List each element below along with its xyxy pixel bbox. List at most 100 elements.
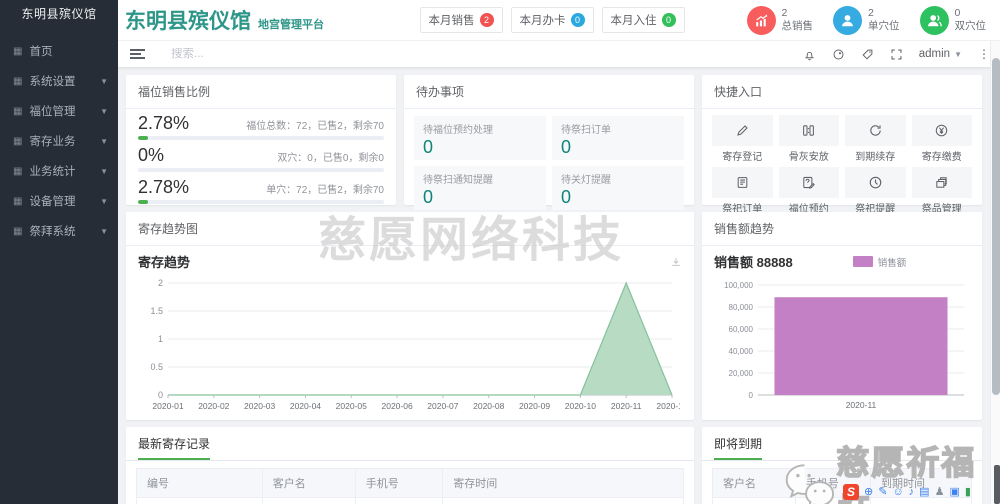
ratio-detail: 双穴：0，已售0，剩余0 xyxy=(277,153,384,164)
collapse-menu-icon[interactable] xyxy=(130,49,145,59)
single-niche-meta: 2 单穴位 xyxy=(868,7,900,33)
ratio-row-total: 2.78% 福位总数：72，已售2，剩余70 xyxy=(138,113,384,140)
single-niche-stat: 2 单穴位 xyxy=(833,5,900,35)
total-sales-meta: 2 总销售 xyxy=(782,7,814,33)
sidebar-item-system-settings[interactable]: ▦ 系统设置 ▼ xyxy=(0,66,118,96)
month-cards-label: 本月办卡 xyxy=(519,15,566,27)
menu-grid-icon: ▦ xyxy=(13,195,23,207)
svg-text:2: 2 xyxy=(158,278,163,288)
column-header: 编号 xyxy=(136,468,263,498)
more-options-icon[interactable]: ⋮ xyxy=(978,47,990,61)
page-title: 东明县殡仪馆 xyxy=(125,8,251,33)
row-charts: 寄存趋势图 寄存趋势 0 0.5 1 1.5 2 2020-01 2020-02 2020-0… xyxy=(126,212,982,420)
quick-entry-label: 到期续存 xyxy=(855,152,896,163)
theme-icon[interactable] xyxy=(832,48,845,61)
svg-text:2020-07: 2020-07 xyxy=(427,401,458,411)
content: 福位销售比例 2.78% 福位总数：72，已售2，剩余70 0% 双穴：0，已售… xyxy=(118,68,990,504)
stat-circles: 2 总销售 2 单穴位 0 双穴位 xyxy=(746,5,987,35)
ratio-detail: 单穴：72，已售2，剩余70 xyxy=(266,185,384,196)
single-niche-value: 2 xyxy=(868,6,874,19)
sidebar-item-worship-system[interactable]: ▦ 祭拜系统 ▼ xyxy=(0,216,118,246)
quick-storage-payment[interactable]: 寄存缴费 xyxy=(911,115,972,167)
tab-expiring[interactable]: 即将到期 xyxy=(714,435,763,460)
tag-icon[interactable] xyxy=(861,48,874,61)
double-niche-stat: 0 双穴位 xyxy=(919,5,987,35)
total-sales-value: 2 xyxy=(781,6,788,19)
refresh-icon xyxy=(845,115,906,146)
quick-entry-grid: 寄存登记 骨灰安放 到期续存 寄存缴费 祭祀订单 福位预约 祭祀提醒 祭品管理 xyxy=(702,109,982,219)
todo-label: 待祭扫通知提醒 xyxy=(423,175,493,186)
yen-icon xyxy=(911,115,972,146)
tab-latest-records[interactable]: 最新寄存记录 xyxy=(138,435,211,460)
cell-phone xyxy=(354,497,444,504)
column-header: 寄存时间 xyxy=(442,468,684,498)
month-cards-badge: 0 xyxy=(570,13,585,27)
fullscreen-icon[interactable] xyxy=(890,48,903,61)
todo-item-sweep-notify[interactable]: 待祭扫通知提醒 0 xyxy=(414,166,546,210)
quick-entry-card: 快捷入口 寄存登记 骨灰安放 到期续存 寄存缴费 祭祀订单 福位预约 祭祀提醒 … xyxy=(702,75,982,215)
clock-icon xyxy=(845,167,906,198)
svg-text:2020-12: 2020-12 xyxy=(656,401,680,411)
quick-renew-storage[interactable]: 到期续存 xyxy=(845,115,906,167)
scrollbar-thumb-dark[interactable] xyxy=(994,465,1000,504)
svg-text:80,000: 80,000 xyxy=(729,303,754,312)
vertical-scrollbar[interactable] xyxy=(990,41,1000,504)
quick-storage-register[interactable]: 寄存登记 xyxy=(712,115,773,167)
column-header: 手机号 xyxy=(354,468,444,498)
ime-user-icon[interactable]: ♟ xyxy=(935,486,945,498)
sidebar-item-device-management[interactable]: ▦ 设备管理 ▼ xyxy=(0,186,118,216)
ime-toolbox-icon[interactable]: ▣ xyxy=(949,486,959,498)
ratio-percent: 2.78% xyxy=(138,113,190,133)
latest-records-table-wrap: 编号 客户名 手机号 寄存时间 REG-186420201114144615 哈… xyxy=(126,461,694,504)
month-checkin-button[interactable]: 本月入住 0 xyxy=(601,7,685,33)
svg-text:0.5: 0.5 xyxy=(150,362,163,372)
month-sales-badge: 2 xyxy=(479,13,494,27)
menu-grid-icon: ▦ xyxy=(13,75,23,87)
svg-text:2020-01: 2020-01 xyxy=(152,401,183,411)
table-row[interactable]: REG-186420201114144615 哈吉斯 2020-11-14 14… xyxy=(136,497,684,504)
sidebar-item-label: 寄存业务 xyxy=(29,136,76,148)
month-checkin-badge: 0 xyxy=(661,13,676,27)
month-cards-button[interactable]: 本月办卡 0 xyxy=(510,7,594,33)
chevron-down-icon: ▼ xyxy=(100,196,108,206)
svg-text:1: 1 xyxy=(158,334,163,344)
sogou-logo-icon[interactable]: S xyxy=(843,484,859,500)
download-icon[interactable] xyxy=(670,256,682,268)
sidebar-item-niche-management[interactable]: ▦ 福位管理 ▼ xyxy=(0,96,118,126)
svg-text:2020-02: 2020-02 xyxy=(198,401,229,411)
svg-text:2020-08: 2020-08 xyxy=(473,401,504,411)
todo-item-sweep-orders[interactable]: 待祭扫订单 0 xyxy=(552,116,684,160)
sidebar-item-business-stats[interactable]: ▦ 业务统计 ▼ xyxy=(0,156,118,186)
todo-item-niche-booking[interactable]: 待福位预约处理 0 xyxy=(414,116,546,160)
people-icon xyxy=(919,5,949,35)
chart-title: 寄存趋势 xyxy=(138,255,191,270)
ime-mode-icon[interactable]: ⊕ xyxy=(864,486,873,498)
cell-storage-time: 2020-11-14 14:47:30 xyxy=(442,497,684,504)
user-menu[interactable]: admin ▼ xyxy=(919,48,962,60)
ime-emoji-icon[interactable]: ☺ xyxy=(892,486,903,498)
latest-records-table: 编号 客户名 手机号 寄存时间 REG-186420201114144615 哈… xyxy=(136,468,684,504)
person-icon xyxy=(833,5,862,35)
todo-item-lamp-off[interactable]: 待关灯提醒 0 xyxy=(552,166,684,210)
sidebar-item-storage-business[interactable]: ▦ 寄存业务 ▼ xyxy=(0,126,118,156)
svg-text:60,000: 60,000 xyxy=(729,325,754,334)
ime-pen-icon[interactable]: ✎ xyxy=(878,486,887,498)
ime-keyboard-icon[interactable]: ▤ xyxy=(919,486,929,498)
sales-chart-body: 销售额 88888 销售额 0 20,000 40,000 60,000 80,000 1… xyxy=(702,246,982,428)
quick-entry-label: 骨灰安放 xyxy=(788,152,829,163)
ratio-row-single: 2.78% 单穴：72，已售2，剩余70 xyxy=(138,177,384,204)
ime-settings-icon[interactable]: ▮ xyxy=(965,486,971,498)
search-input[interactable] xyxy=(171,48,391,60)
bell-icon[interactable] xyxy=(803,48,816,61)
scrollbar-thumb[interactable] xyxy=(992,58,1000,395)
pencil-icon xyxy=(712,115,773,146)
card-title: 待办事项 xyxy=(404,75,694,109)
month-sales-button[interactable]: 本月销售 2 xyxy=(419,7,503,33)
double-niche-meta: 0 双穴位 xyxy=(955,7,987,33)
page-subtitle: 地宫管理平台 xyxy=(258,18,324,31)
ime-mic-icon[interactable]: ♪ xyxy=(909,486,915,498)
sidebar-item-home[interactable]: ▦ 首页 xyxy=(0,36,118,66)
latest-records-card: 最新寄存记录 编号 客户名 手机号 寄存时间 RE xyxy=(126,427,694,504)
quick-ash-placement[interactable]: 骨灰安放 xyxy=(778,115,839,167)
menu-grid-icon: ▦ xyxy=(13,225,23,237)
